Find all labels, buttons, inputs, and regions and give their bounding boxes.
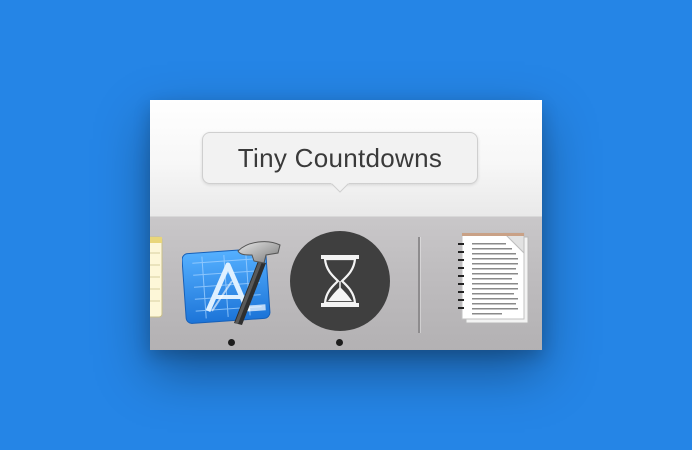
tooltip-label: Tiny Countdowns (237, 142, 443, 173)
document-icon[interactable] (456, 231, 532, 327)
hourglass-icon[interactable] (290, 231, 390, 331)
xcode-icon[interactable] (182, 233, 282, 329)
notes-icon[interactable] (150, 233, 164, 321)
dock-screenshot-window: Tiny Countdowns (150, 100, 542, 350)
window-background: Tiny Countdowns (150, 100, 542, 216)
countdown-running-indicator (336, 339, 343, 346)
tooltip-arrow (331, 183, 349, 193)
xcode-running-indicator (228, 339, 235, 346)
dock (150, 216, 542, 350)
app-tooltip: Tiny Countdowns (202, 132, 478, 193)
dock-separator (418, 237, 420, 333)
